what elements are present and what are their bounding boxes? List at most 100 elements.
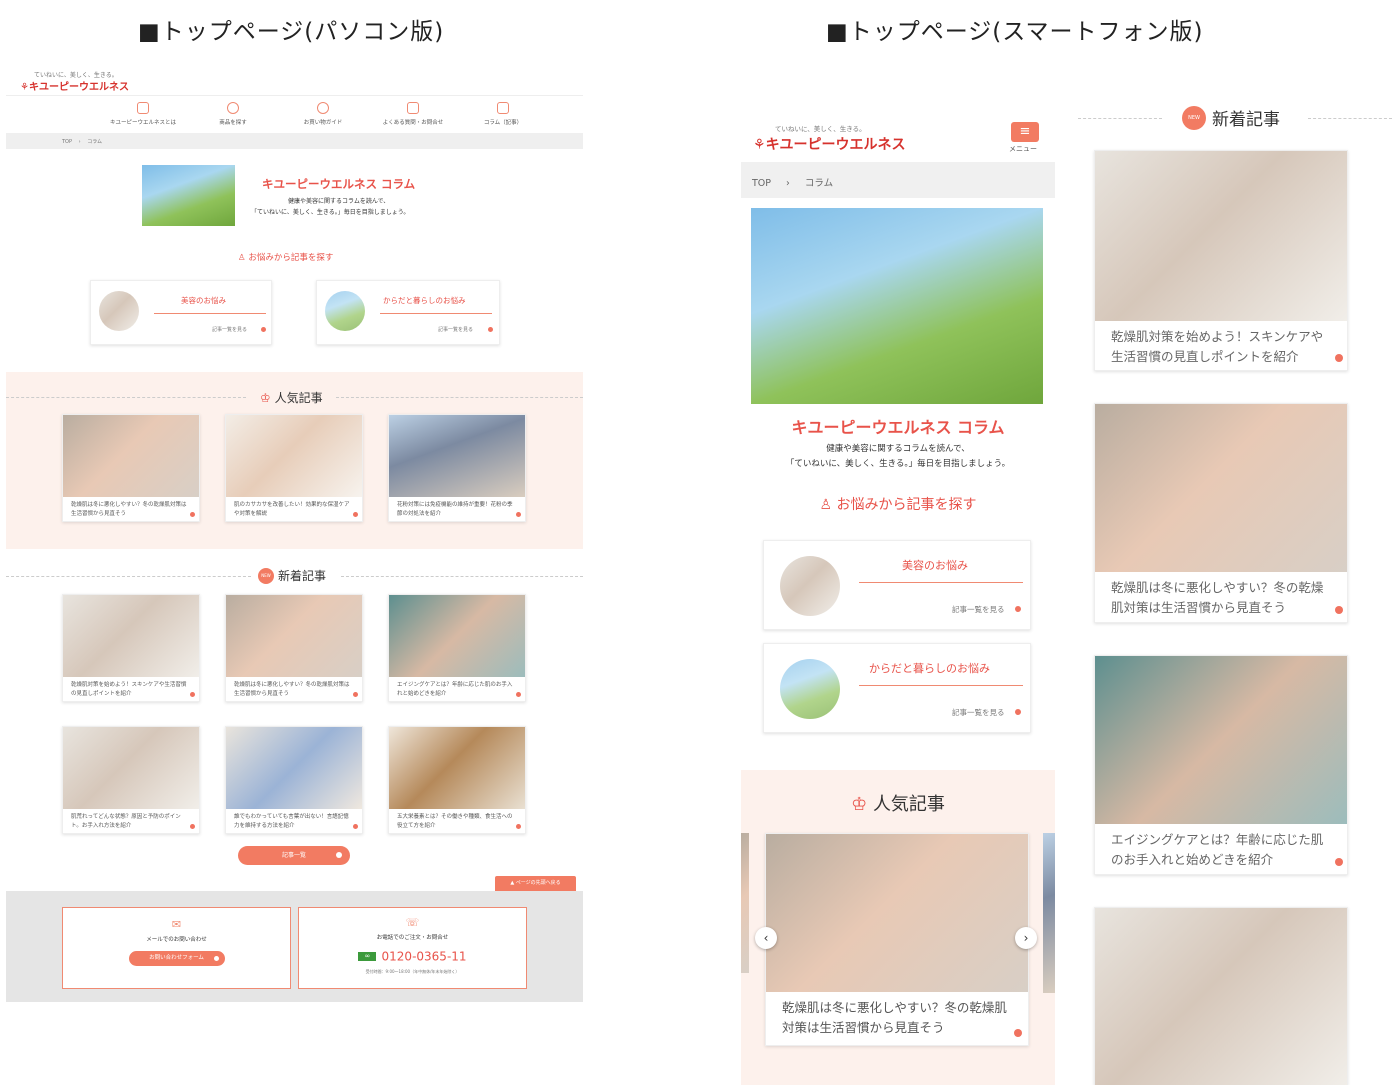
sp-new-card[interactable]: 乾燥肌は冬に悪化しやすい？冬の乾燥肌対策は生活習慣から見直そう: [1094, 403, 1348, 623]
pc-caption: ■トップページ(パソコン版): [138, 19, 445, 45]
article-thumbnail: [1095, 151, 1347, 321]
arrow-icon: [261, 327, 266, 332]
arrow-icon: [516, 692, 521, 697]
article-title: 五大栄養素とは？その働きや種類、食生活への役立て方を紹介: [397, 814, 513, 829]
pc-back-to-top[interactable]: ▲ ページの先頭へ戻る: [495, 876, 576, 891]
pc-list-button-label: 記事一覧: [281, 852, 306, 859]
pc-tel-box: ☏ お電話でのご注文・お問合せ ∞ 0120-0365-11 受付時間：9:00…: [298, 907, 527, 989]
arrow-icon: [190, 512, 195, 517]
pc-popular-card[interactable]: 肌のカサカサを改善したい！効果的な保湿ケアや対策を解説: [225, 414, 363, 522]
sp-worry-label: からだと暮らしのお悩み: [869, 662, 990, 675]
pc-page: ていねいに、美しく、生きる。 ⚘キユーピーウエルネス キユーピーウエルネスとは …: [6, 60, 583, 1005]
sp-worry-card-body[interactable]: からだと暮らしのお悩み 記事一覧を見る: [763, 643, 1031, 733]
arrow-icon: [1335, 354, 1343, 362]
arrow-icon: [1335, 858, 1343, 866]
pc-worry-label: からだと暮らしのお悩み: [383, 296, 466, 305]
new-badge-icon: NEW: [258, 567, 274, 584]
pc-header-divider: [6, 95, 583, 96]
pc-new-card[interactable]: 五大栄養素とは？その働きや種類、食生活への役立て方を紹介: [388, 726, 526, 834]
article-title: 肌荒れってどんな状態？原因と予防のポイント。お手入れ方法を紹介: [71, 814, 181, 829]
mail-icon: ✉: [171, 918, 182, 931]
sp-new-heading: NEW 新着記事: [1182, 105, 1280, 130]
pc-nav-item-search[interactable]: 商品を探す: [188, 102, 278, 126]
arrow-icon: [353, 824, 358, 829]
pc-worry-card-body[interactable]: からだと暮らしのお悩み 記事一覧を見る: [316, 280, 500, 345]
pc-new-heading: NEW 新着記事: [258, 567, 326, 584]
pc-hero-desc1: 健康や美容に関するコラムを読んで、: [288, 198, 390, 205]
carousel-next-icon[interactable]: ›: [1015, 927, 1037, 949]
pc-worry-underline: [380, 313, 492, 314]
phone-icon: ☏: [405, 916, 420, 929]
pc-list-button[interactable]: 記事一覧: [238, 846, 350, 865]
pc-new-card[interactable]: 誰でもわかっていても言葉が出ない！言語記憶力を維持する方法を紹介: [225, 726, 363, 834]
article-title: 肌のカサカサを改善したい！効果的な保湿ケアや対策を解説: [234, 502, 350, 517]
new-badge-icon: NEW: [1182, 105, 1206, 130]
arrow-icon: [1014, 1029, 1022, 1037]
hamburger-menu-icon[interactable]: ≡: [1011, 122, 1039, 142]
pc-worry-label: 美容のお悩み: [181, 296, 226, 305]
divider: [6, 576, 251, 577]
column-icon: [497, 102, 509, 114]
article-thumbnail: [63, 415, 199, 497]
pc-worry-image: [99, 291, 139, 331]
sp-worry-more[interactable]: 記事一覧を見る: [952, 707, 1005, 718]
pc-new-card[interactable]: 乾燥肌対策を始めよう！スキンケアや生活習慣の見直しポイントを紹介: [62, 594, 200, 702]
arrow-icon: [213, 956, 219, 961]
pc-new-card[interactable]: 肌荒れってどんな状態？原因と予防のポイント。お手入れ方法を紹介: [62, 726, 200, 834]
pc-worry-more[interactable]: 記事一覧を見る: [438, 326, 473, 333]
carousel-prev-icon[interactable]: ‹: [755, 927, 777, 949]
arrow-icon: [1015, 709, 1021, 715]
pc-hero-image: [142, 165, 235, 226]
sp-popular-title: 人気記事: [872, 794, 945, 815]
breadcrumb-separator: ›: [786, 178, 790, 189]
pc-popular-card[interactable]: 乾燥肌は冬に悪化しやすい？冬の乾燥肌対策は生活習慣から見直そう: [62, 414, 200, 522]
sp-popular-section: ♔ 人気記事 乾燥肌は冬に悪化しやすい？冬の乾燥肌対策は生活習慣から見直そう ‹…: [741, 770, 1055, 1085]
article-title: 乾燥肌は冬に悪化しやすい？冬の乾燥肌対策は生活習慣から見直そう: [71, 502, 187, 517]
logo-mark-icon: ⚘: [753, 137, 766, 153]
sp-new-card[interactable]: エイジングケアとは？年齢に応じた肌のお手入れと始めどきを紹介: [1094, 655, 1348, 875]
pc-breadcrumb-top[interactable]: TOP: [62, 139, 72, 145]
pc-popular-card[interactable]: 花粉対策には免疫機能の維持が重要！花粉の季節の対処法を紹介: [388, 414, 526, 522]
sp-hero-title: キユーピーウエルネス コラム: [791, 418, 1005, 437]
pc-nav-label: よくある質問・お問合せ: [382, 120, 444, 126]
pc-worry-card-beauty[interactable]: 美容のお悩み 記事一覧を見る: [90, 280, 272, 345]
pc-nav-item-guide[interactable]: お買い物ガイド: [278, 102, 368, 126]
sp-hero-image: [751, 208, 1043, 404]
pc-tel-label: お電話でのご注文・お問合せ: [376, 935, 449, 941]
pc-nav-label: コラム（記事）: [483, 120, 523, 126]
sp-worry-card-beauty[interactable]: 美容のお悩み 記事一覧を見る: [763, 540, 1031, 630]
sp-logo[interactable]: ⚘キユーピーウエルネス: [753, 134, 906, 154]
pc-mail-button[interactable]: お問い合わせフォーム: [128, 951, 225, 966]
sp-breadcrumb-top[interactable]: TOP: [752, 178, 771, 189]
sp-new-card[interactable]: [1094, 907, 1348, 1085]
pc-nav-item-column[interactable]: コラム（記事）: [458, 102, 548, 126]
freedial-icon: ∞: [358, 952, 377, 961]
divider: [336, 397, 583, 398]
article-thumbnail: [766, 834, 1028, 992]
sp-new-section: NEW 新着記事 乾燥肌対策を始めよう！スキンケアや生活習慣の見直しポイントを紹…: [1078, 95, 1392, 1085]
article-title: 誰でもわかっていても言葉が出ない！言語記憶力を維持する方法を紹介: [234, 814, 349, 829]
pc-nav-item-faq[interactable]: よくある質問・お問合せ: [368, 102, 458, 126]
article-title: エイジングケアとは？年齢に応じた肌のお手入れと始めどきを紹介: [1111, 832, 1324, 867]
sp-worry-heading: ♙ お悩みから記事を探す: [741, 494, 1055, 514]
sp-popular-heading: ♔ 人気記事: [741, 790, 1055, 816]
sp-worry-image: [780, 659, 840, 719]
pc-nav-item-about[interactable]: キユーピーウエルネスとは: [98, 102, 188, 126]
sp-menu-label[interactable]: メニュー: [1009, 144, 1037, 154]
sp-new-card[interactable]: 乾燥肌対策を始めよう！スキンケアや生活習慣の見直しポイントを紹介: [1094, 150, 1348, 371]
arrow-icon: [353, 512, 358, 517]
pc-logo[interactable]: ⚘キユーピーウエルネス: [20, 78, 129, 93]
sp-page: ていねいに、美しく、生きる。 ⚘キユーピーウエルネス ≡ メニュー TOP › …: [741, 110, 1055, 1085]
pc-new-card[interactable]: エイジングケアとは？年齢に応じた肌のお手入れと始めどきを紹介: [388, 594, 526, 702]
pc-worry-more[interactable]: 記事一覧を見る: [212, 326, 247, 333]
pc-tel-line[interactable]: ∞ 0120-0365-11: [299, 946, 526, 965]
pc-worry-underline: [154, 313, 266, 314]
article-thumbnail: [389, 415, 525, 497]
sp-worry-more[interactable]: 記事一覧を見る: [952, 604, 1005, 615]
pc-new-card[interactable]: 乾燥肌は冬に悪化しやすい？冬の乾燥肌対策は生活習慣から見直そう: [225, 594, 363, 702]
sp-popular-card[interactable]: 乾燥肌は冬に悪化しやすい？冬の乾燥肌対策は生活習慣から見直そう: [765, 833, 1029, 1046]
article-thumbnail: [1095, 908, 1347, 1085]
pc-popular-title: 人気記事: [274, 391, 323, 405]
article-thumbnail: [389, 727, 525, 809]
sp-worry-label: 美容のお悩み: [902, 559, 968, 572]
